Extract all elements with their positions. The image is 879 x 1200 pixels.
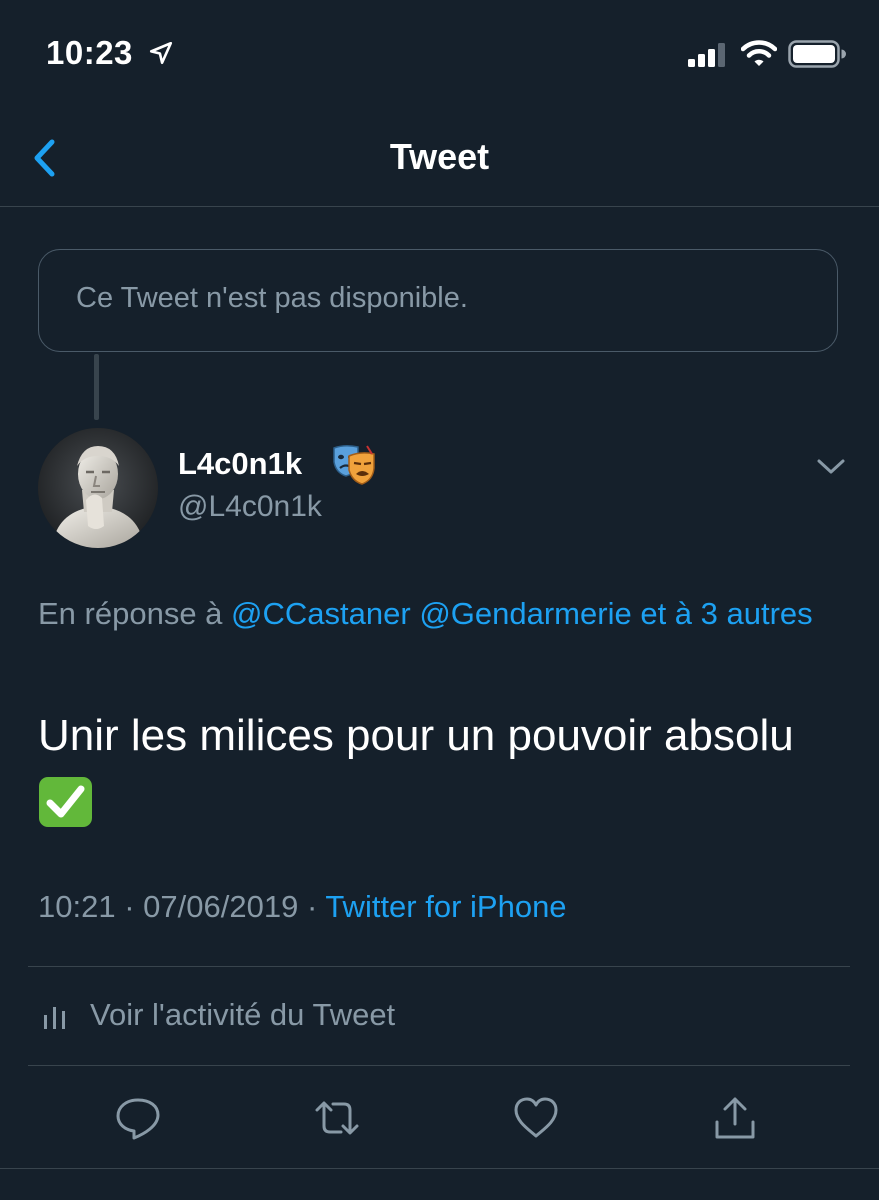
share-button[interactable] (711, 1094, 759, 1142)
divider (28, 966, 850, 967)
unavailable-tweet-card: Ce Tweet n'est pas disponible. (38, 249, 838, 352)
reply-icon (116, 1098, 160, 1140)
retweet-icon (315, 1101, 359, 1135)
unavailable-tweet-text: Ce Tweet n'est pas disponible. (76, 282, 468, 314)
meta-separator: · (124, 889, 135, 924)
mention-link[interactable]: @Gendarmerie (419, 596, 631, 631)
check-mark-button-icon (39, 777, 92, 827)
thread-connector (94, 354, 99, 420)
bar-chart-icon (44, 1007, 65, 1029)
tweet-text: Unir les milices pour un pouvoir absolu (38, 706, 858, 844)
meta-separator: · (306, 889, 318, 924)
reply-prefix: En réponse à (38, 596, 232, 631)
divider (28, 1065, 850, 1066)
tweet-date: 07/06/2019 (143, 889, 299, 924)
status-time: 10:23 (46, 34, 133, 71)
signal-icon (688, 43, 725, 67)
mention-link[interactable]: @CCastaner (231, 596, 411, 631)
battery-icon (788, 40, 846, 68)
share-icon (715, 1097, 755, 1139)
avatar[interactable] (38, 428, 158, 548)
chevron-down-icon[interactable] (816, 456, 846, 478)
status-bar: 10:23 (0, 0, 879, 110)
wifi-icon (741, 40, 777, 66)
divider (0, 1168, 879, 1169)
like-button[interactable] (512, 1094, 560, 1142)
like-icon (514, 1097, 558, 1138)
tweet-body: Unir les milices pour un pouvoir absolu (38, 711, 794, 760)
page-title: Tweet (389, 136, 490, 177)
user-handle[interactable]: @L4c0n1k (178, 490, 322, 524)
tweet-time: 10:21 (38, 889, 116, 924)
reply-button[interactable] (114, 1094, 162, 1142)
nav-bar: Tweet (0, 110, 879, 207)
tweet-source-link[interactable]: Twitter for iPhone (325, 889, 566, 924)
performing-arts-masks-icon (333, 444, 375, 485)
tweet-activity-label: Voir l'activité du Tweet (90, 997, 396, 1032)
location-arrow-icon (149, 41, 173, 65)
others-link[interactable]: et à 3 autres (640, 596, 812, 631)
avatar-image (38, 428, 158, 548)
retweet-button[interactable] (313, 1094, 361, 1142)
reply-context: En réponse à @CCastaner @Gendarmerie et … (38, 590, 838, 638)
tweet-meta: 10:21 · 07/06/2019 · Twitter for iPhone (38, 889, 567, 925)
display-name[interactable]: L4c0n1k (178, 446, 302, 482)
